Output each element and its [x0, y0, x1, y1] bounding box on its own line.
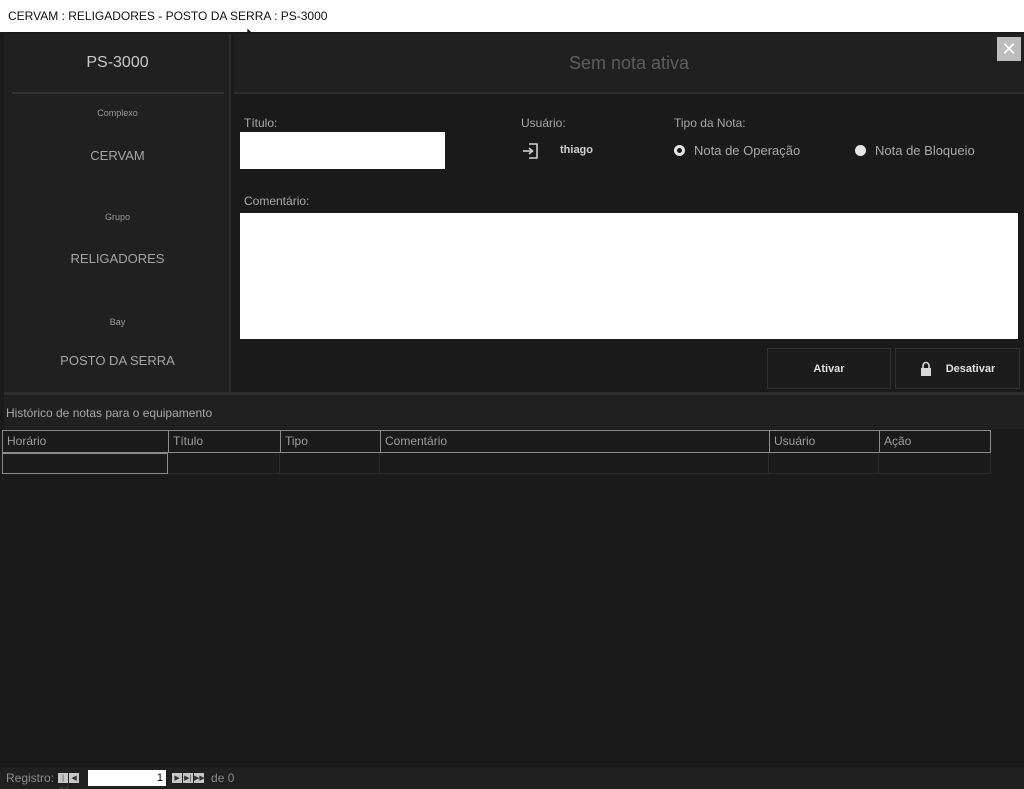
column-acao[interactable]: Ação: [879, 430, 991, 453]
login-icon: [523, 143, 538, 159]
column-usuario[interactable]: Usuário: [769, 430, 879, 453]
history-title: Histórico de notas para o equipamento: [6, 406, 213, 420]
radio-nota-operacao[interactable]: Nota de Operação: [674, 143, 800, 158]
column-tipo[interactable]: Tipo: [280, 430, 380, 453]
table-row[interactable]: [2, 453, 991, 474]
comentario-label: Comentário:: [244, 194, 310, 208]
titulo-label: Título:: [244, 116, 278, 130]
next-page-button[interactable]: ▶|: [183, 773, 194, 783]
equipment-name: PS-3000: [86, 54, 149, 71]
note-status-header: Sem nota ativa: [234, 34, 1024, 92]
lock-icon: [920, 361, 931, 376]
radio-nota-bloqueio[interactable]: Nota de Bloqueio: [855, 143, 975, 158]
ativar-button[interactable]: Ativar: [767, 348, 891, 389]
column-horario[interactable]: Horário: [2, 430, 168, 453]
bay-label: Bay: [109, 317, 126, 327]
table-cell[interactable]: [879, 453, 991, 474]
table-cell[interactable]: [2, 453, 168, 474]
active-note-status: Sem nota ativa: [568, 53, 690, 73]
column-comentario[interactable]: Comentário: [380, 430, 769, 453]
grupo-label: Grupo: [104, 212, 130, 222]
bay-value: POSTO DA SERRA: [60, 353, 175, 368]
table-cell[interactable]: [280, 453, 380, 474]
window-title-bar: CERVAM : RELIGADORES - POSTO DA SERRA : …: [0, 0, 1024, 32]
record-count: de 0: [211, 771, 235, 785]
prev-record-button[interactable]: ◀: [69, 773, 80, 783]
desativar-button[interactable]: Desativar: [895, 348, 1020, 389]
desativar-label: Desativar: [945, 362, 996, 375]
equipment-info-panel: PS-3000 Complexo CERVAM Grupo RELIGADORE…: [4, 34, 231, 392]
table-cell[interactable]: [380, 453, 769, 474]
table-header-row: Horário Título Tipo Comentário Usuário A…: [2, 430, 991, 453]
next-record-button[interactable]: ▶: [172, 773, 183, 783]
grupo-value: RELIGADORES: [70, 251, 165, 266]
comentario-textarea[interactable]: [240, 213, 1018, 339]
column-titulo[interactable]: Título: [168, 430, 280, 453]
divider: [234, 92, 1024, 94]
radio-nota-bloqueio-label: Nota de Bloqueio: [875, 143, 975, 158]
note-window: PS-3000 Complexo CERVAM Grupo RELIGADORE…: [0, 32, 1024, 789]
record-navigator: Registro: |◀◀ ◀ ▶ ▶| ▶▶ de 0: [0, 767, 1024, 789]
window-title: CERVAM : RELIGADORES - POSTO DA SERRA : …: [8, 9, 328, 23]
ativar-label: Ativar: [813, 362, 845, 375]
radio-unchecked-icon: [855, 145, 866, 156]
table-cell[interactable]: [168, 453, 280, 474]
pager-label: Registro:: [6, 771, 55, 785]
radio-checked-icon: [674, 145, 685, 156]
first-record-button[interactable]: |◀◀: [58, 773, 69, 789]
tipo-nota-label: Tipo da Nota:: [674, 116, 746, 130]
titulo-input[interactable]: [240, 132, 445, 169]
usuario-label: Usuário:: [521, 116, 566, 130]
complexo-value: CERVAM: [90, 148, 145, 163]
complexo-label: Complexo: [97, 108, 138, 118]
radio-nota-operacao-label: Nota de Operação: [694, 143, 801, 158]
record-number-input[interactable]: [88, 770, 167, 786]
usuario-value: thiago: [560, 144, 593, 156]
history-table[interactable]: Horário Título Tipo Comentário Usuário A…: [2, 430, 991, 474]
divider: [12, 92, 224, 94]
table-cell[interactable]: [769, 453, 879, 474]
close-button[interactable]: ✕: [997, 37, 1021, 61]
last-record-button[interactable]: ▶▶: [194, 773, 205, 783]
